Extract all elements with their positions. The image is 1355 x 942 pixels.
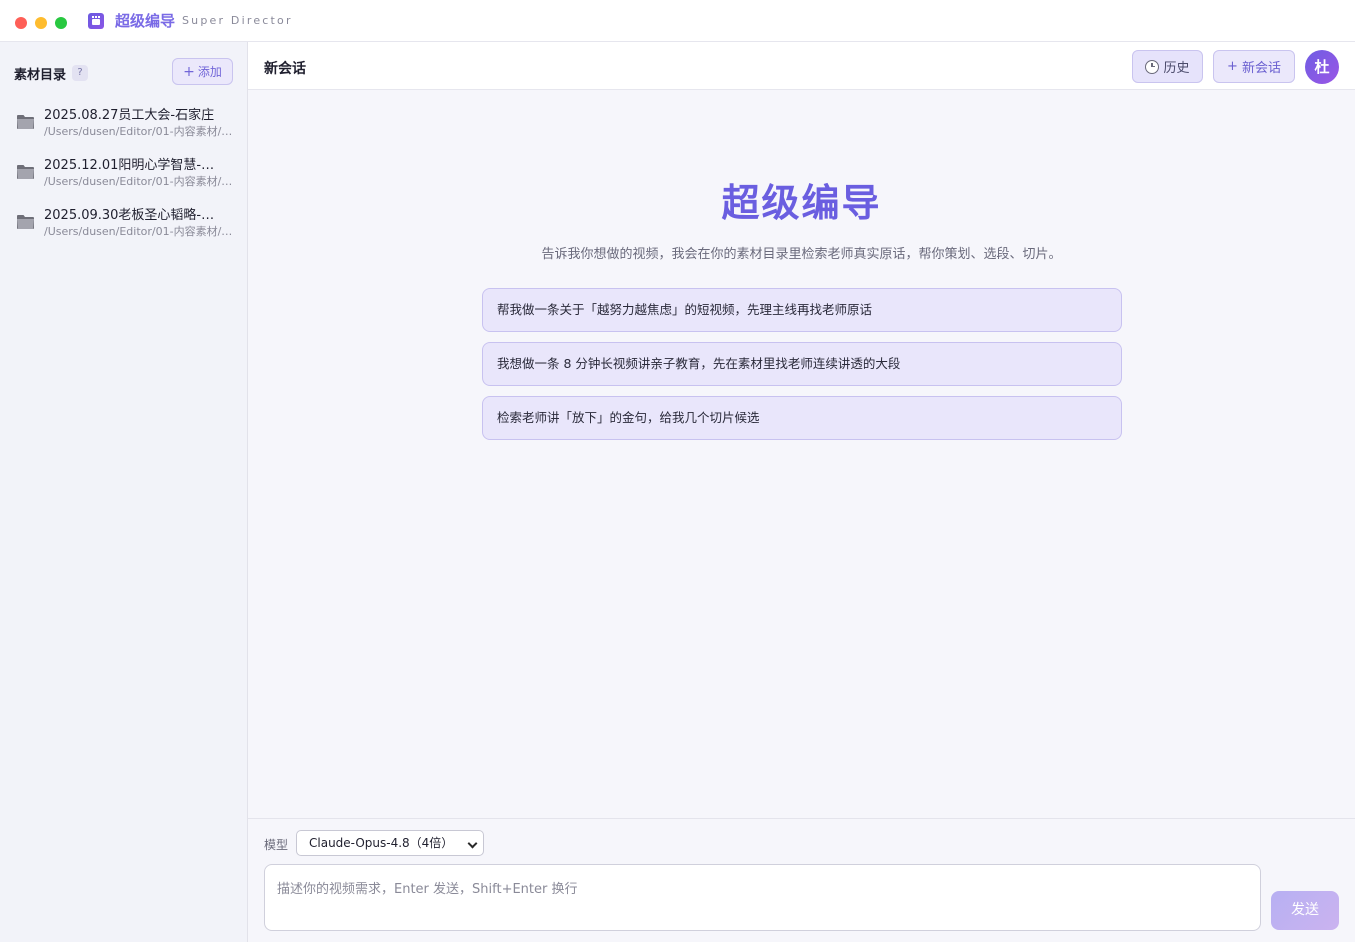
folder-item[interactable]: 2025.08.27员工大会-石家庄 /Users/dusen/Editor/0… [0,100,247,146]
avatar[interactable]: 杜 [1305,50,1339,84]
add-folder-label: 添加 [197,65,222,79]
folder-name: 2025.12.01阳明心学智慧-… [44,158,215,173]
clock-icon [1145,59,1160,74]
clapperboard-icon [88,13,104,29]
close-window-button[interactable] [15,17,27,29]
new-conversation-button[interactable]: + 新会话 [1213,50,1295,83]
plus-icon: + [1227,59,1238,74]
add-folder-button[interactable]: + 添加 [172,58,233,85]
history-label: 历史 [1163,61,1190,76]
suggestion-prompt[interactable]: 我想做一条 8 分钟长视频讲亲子教育，先在素材里找老师连续讲透的大段 [482,342,1122,386]
chat-input[interactable] [264,864,1261,931]
model-select[interactable]: Claude-Opus-4.8（4倍） [296,830,484,856]
sidebar-title: 素材目录 [14,68,67,83]
hero-title: 超级编导 [721,181,882,225]
help-icon[interactable]: ? [72,65,88,81]
folder-icon [17,165,34,179]
app-subtitle: Super Director [182,14,293,27]
plus-icon: + [183,63,195,80]
minimize-window-button[interactable] [35,17,47,29]
folder-path: /Users/dusen/Editor/01-内容素材/2025.08.27员工… [44,125,234,138]
folder-path: /Users/dusen/Editor/01-内容素材/2025.09.30老板… [44,225,234,238]
zoom-window-button[interactable] [55,17,67,29]
suggestion-prompt[interactable]: 检索老师讲「放下」的金句，给我几个切片候选 [482,396,1122,440]
folder-icon [17,215,34,229]
conversation-title: 新会话 [264,61,306,77]
title-bar: 超级编导 Super Director [0,0,1355,42]
main-header: 新会话 历史 + 新会话 杜 [248,42,1355,90]
app-name: 超级编导 [115,12,176,30]
composer: 模型 Claude-Opus-4.8（4倍） 发送 [248,818,1355,942]
folder-item[interactable]: 2025.12.01阳明心学智慧-… /Users/dusen/Editor/0… [0,150,247,196]
sidebar: 素材目录 ? + 添加 2025.08.27员工大会-石家庄 /Users/du… [0,42,248,942]
folder-path: /Users/dusen/Editor/01-内容素材/2025.12.01阳明… [44,175,234,188]
folder-item[interactable]: 2025.09.30老板圣心韬略-… /Users/dusen/Editor/0… [0,200,247,246]
folder-icon [17,115,34,129]
folder-name: 2025.08.27员工大会-石家庄 [44,108,215,123]
chevron-down-icon [467,838,478,849]
folder-name: 2025.09.30老板圣心韬略-… [44,208,215,223]
main-content: 超级编导 告诉我你想做的视频，我会在你的素材目录里检索老师真实原话，帮你策划、选… [248,90,1355,818]
model-selected-value: Claude-Opus-4.8（4倍） [309,836,454,850]
hero-subtitle: 告诉我你想做的视频，我会在你的素材目录里检索老师真实原话，帮你策划、选段、切片。 [541,247,1062,262]
history-button[interactable]: 历史 [1132,50,1203,83]
suggestion-prompt[interactable]: 帮我做一条关于「越努力越焦虑」的短视频，先理主线再找老师原话 [482,288,1122,332]
send-button[interactable]: 发送 [1271,891,1339,930]
model-label: 模型 [264,838,289,852]
new-conversation-label: 新会话 [1241,61,1281,76]
